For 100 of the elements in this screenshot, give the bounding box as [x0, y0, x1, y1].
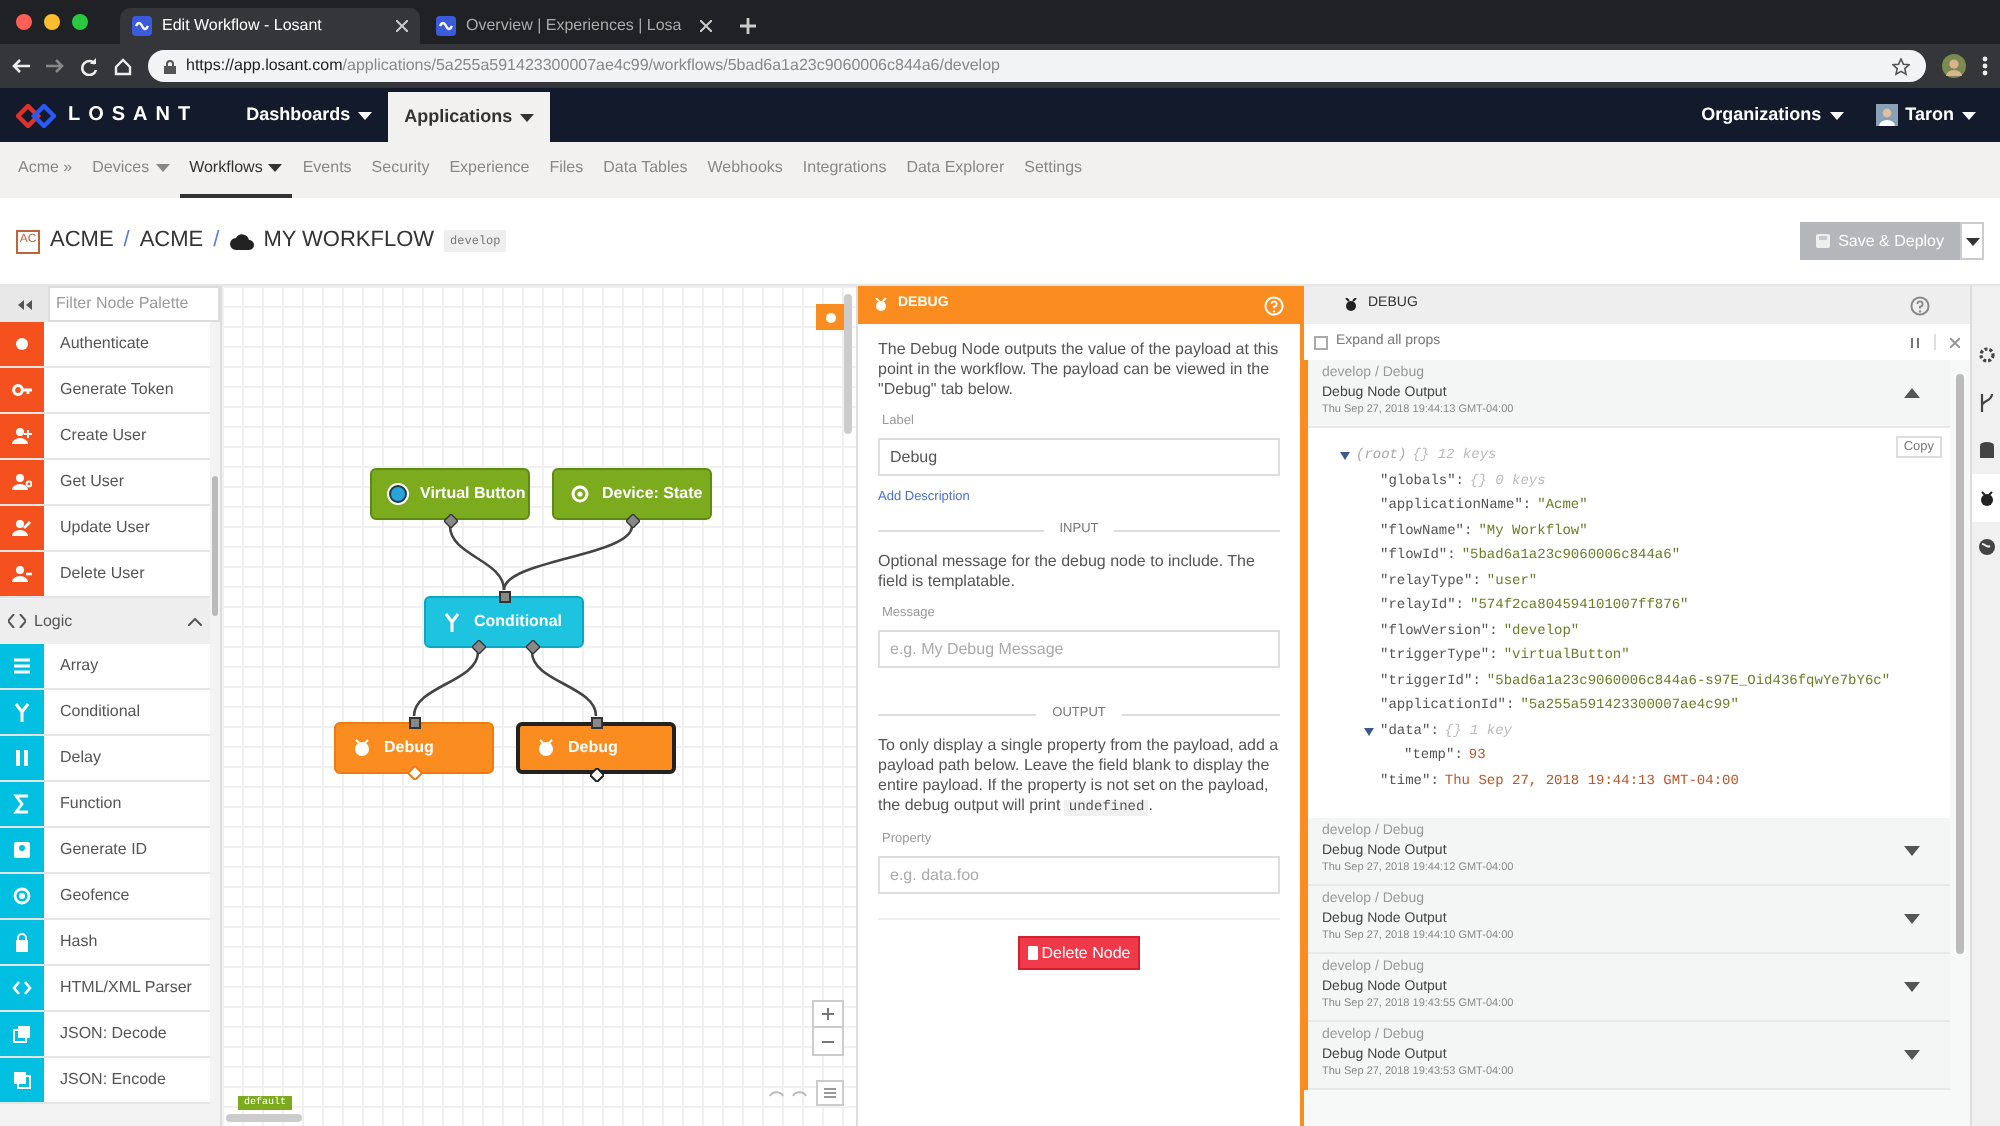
palette-node[interactable]: Array [0, 644, 210, 690]
logo-wordmark: LOSANT [68, 102, 199, 130]
plus-icon [822, 1008, 834, 1020]
dropdown-toggle[interactable] [1960, 222, 1984, 260]
palette-node[interactable]: Function [0, 782, 210, 828]
delete-node-button[interactable]: Delete Node [1017, 936, 1141, 970]
node-type-icon [12, 1070, 32, 1090]
nav-menu[interactable]: Dashboards [230, 88, 389, 142]
connection-port[interactable] [589, 715, 603, 729]
address-bar[interactable]: https://app.losant.com/applications/5a255a591423300007ae4c99/workflows/5bad6a1a23c9060006c844a6/develop [148, 50, 1926, 82]
connection-port[interactable] [407, 715, 421, 729]
button-icon [386, 482, 410, 506]
triangle-down-icon[interactable] [1904, 1050, 1920, 1060]
connector-line [412, 651, 480, 717]
palette-node[interactable]: JSON: Decode [0, 1012, 210, 1058]
caret-icon [520, 113, 535, 121]
subnav-link[interactable]: Workflows [179, 142, 293, 198]
node-type-icon [12, 656, 32, 676]
connection-port[interactable] [443, 513, 457, 527]
scrollbar-thumb[interactable] [226, 1114, 302, 1122]
property-field[interactable]: e.g. data.foo [878, 856, 1280, 894]
checkbox[interactable] [1314, 335, 1328, 349]
browser-tab[interactable]: Edit Workflow - Losant [120, 8, 420, 44]
menu-icon[interactable] [1982, 56, 1988, 76]
label-field[interactable]: Debug [878, 438, 1280, 476]
pause-icon[interactable] [1910, 337, 1920, 347]
node-type-icon [12, 426, 32, 446]
home-icon[interactable] [114, 57, 132, 75]
zoom-in-button[interactable] [814, 1002, 842, 1028]
palette-node[interactable]: Conditional [0, 690, 210, 736]
nav-menu[interactable]: Applications [388, 92, 551, 142]
palette-node[interactable]: HTML/XML Parser [0, 966, 210, 1012]
minus-icon [822, 1035, 834, 1047]
palette-node[interactable]: Update User [0, 506, 210, 552]
palette-node[interactable]: Get User [0, 460, 210, 506]
breadcrumb-separator: / [213, 226, 220, 257]
forward-icon[interactable] [46, 58, 64, 74]
palette-node[interactable]: Generate Token [0, 368, 210, 414]
triangle-down-icon[interactable] [1904, 846, 1920, 856]
cloud-icon [229, 233, 254, 249]
scrollbar-thumb[interactable] [1956, 374, 1964, 954]
branch-icon [1977, 393, 1995, 411]
infinity-logo-icon [132, 16, 152, 36]
code-brackets-icon [8, 614, 26, 628]
palette-node[interactable]: Create User [0, 414, 210, 460]
sidebar-tab[interactable] [1972, 474, 2000, 522]
triangle-down-icon[interactable] [1904, 914, 1920, 924]
triangle-down-icon[interactable] [1904, 982, 1920, 992]
input-help-text: Optional message for the debug node to include. The field is templatable. [878, 552, 1257, 592]
gear-icon [1977, 345, 1995, 363]
palette-node[interactable]: Generate ID [0, 828, 210, 874]
connection-port[interactable] [471, 639, 485, 653]
connection-port[interactable] [589, 767, 603, 781]
connection-port[interactable] [497, 589, 511, 603]
connection-port[interactable] [625, 513, 639, 527]
scrollbar-thumb[interactable] [212, 476, 218, 616]
chevron-up-icon [188, 617, 202, 625]
palette-node[interactable]: Authenticate [0, 322, 210, 368]
close-icon[interactable] [700, 20, 712, 32]
breadcrumb-separator: / [123, 226, 130, 257]
breadcrumb-link[interactable]: ACME [139, 224, 204, 258]
palette-node[interactable]: Delete User [0, 552, 210, 598]
organizations-menu[interactable]: Organizations [1701, 88, 1844, 142]
node-type-icon [12, 334, 32, 354]
user-menu[interactable]: Taron [1875, 88, 1976, 142]
close-window-icon[interactable] [16, 14, 32, 30]
palette-node[interactable]: Delay [0, 736, 210, 782]
close-icon[interactable] [396, 20, 408, 32]
filter-field[interactable]: Filter Node Palette [48, 286, 220, 322]
caret-icon [1965, 237, 1979, 245]
message-field[interactable]: e.g. My Debug Message [878, 630, 1280, 668]
minimize-window-icon[interactable] [44, 14, 60, 30]
triangle-down-icon[interactable] [1364, 727, 1374, 736]
scrollbar-thumb[interactable] [844, 294, 852, 434]
connection-port[interactable] [525, 639, 539, 653]
double-chevron-left-icon [17, 299, 31, 309]
triangle-up-icon[interactable] [1904, 388, 1920, 398]
node-type-icon [12, 978, 32, 998]
palette-node[interactable]: Geofence [0, 874, 210, 920]
breadcrumb-link[interactable]: ACME [50, 224, 114, 258]
avatar-icon[interactable] [1942, 54, 1966, 78]
help-icon[interactable] [1910, 295, 1930, 315]
fit-view-button[interactable] [816, 1080, 844, 1106]
triangle-down-icon[interactable] [1340, 452, 1350, 461]
palette-node[interactable]: JSON: Encode [0, 1058, 210, 1104]
node-type-icon [12, 748, 32, 768]
reload-icon[interactable] [80, 57, 98, 75]
node-type-icon [12, 472, 32, 492]
node-type-icon [12, 886, 32, 906]
node-type-icon [12, 932, 32, 952]
losant-logo-icon [16, 103, 56, 127]
star-icon[interactable] [1892, 57, 1910, 75]
node-type-icon [12, 1024, 32, 1044]
palette-node[interactable]: Hash [0, 920, 210, 966]
caret-icon [358, 111, 373, 119]
new-tab-icon[interactable] [740, 18, 756, 34]
collapse-palette-button[interactable] [0, 286, 48, 322]
back-icon[interactable] [12, 58, 30, 74]
palette-group-header[interactable]: Logic [0, 598, 210, 644]
maximize-window-icon[interactable] [72, 14, 88, 30]
